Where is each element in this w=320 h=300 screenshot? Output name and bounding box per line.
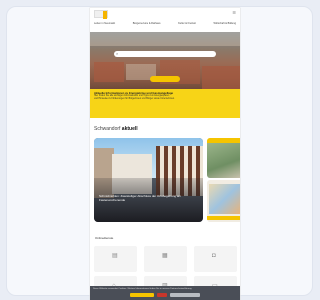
notice-line: und Hinweise zu Förderungen für Bürgerin… [94,98,175,101]
search-input[interactable]: ⌕ [114,51,216,57]
nav-item-kultur[interactable]: Kultur & Freizeit [178,22,196,25]
city-logo[interactable] [94,10,108,19]
search-icon: ⌕ [116,51,119,56]
car-icon: ◘ [212,253,216,259]
service-tile[interactable]: ◘ [194,246,237,272]
website-page: ☰ Leben in Neumarkt Bürgerservice & Rath… [90,8,240,300]
news-card-side[interactable] [207,138,240,178]
energy-notice-banner[interactable]: Aktuelle Informationen zu Energiekrise u… [90,89,240,118]
cookie-settings-button[interactable] [170,293,200,297]
news-card-caption: Schmidmühlen: Zweistufiger Abschluss der… [99,194,182,202]
section-title-aktuell: Schwandorf aktuell [94,126,138,132]
document-icon: ▤ [112,253,118,259]
news-card-main[interactable]: Schmidmühlen: Zweistufiger Abschluss der… [94,138,203,222]
cookie-accept-button[interactable] [130,293,154,297]
service-tile[interactable]: ▦ [144,246,187,272]
hero-image: ⌕ [90,32,240,89]
cookie-text: Diese Website verwendet Cookies. Weitere… [93,288,193,290]
main-navigation: Leben in Neumarkt Bürgerservice & Rathau… [94,22,236,25]
cookie-banner: Diese Website verwendet Cookies. Weitere… [90,286,240,300]
services-title: Onlinedienste [95,236,114,240]
news-card-side[interactable] [207,180,240,222]
calendar-icon: ▦ [162,253,168,259]
cookie-decline-button[interactable] [157,293,167,297]
nav-item-wirtschaft[interactable]: Wirtschaft & Bildung [213,22,236,25]
site-header: ☰ Leben in Neumarkt Bürgerservice & Rath… [90,8,240,32]
menu-icon[interactable]: ☰ [232,10,236,15]
nav-item-leben[interactable]: Leben in Neumarkt [94,22,115,25]
hero-button[interactable] [150,76,180,82]
nav-item-buergerservice[interactable]: Bürgerservice & Rathaus [133,22,161,25]
service-tile[interactable]: ▤ [94,246,137,272]
